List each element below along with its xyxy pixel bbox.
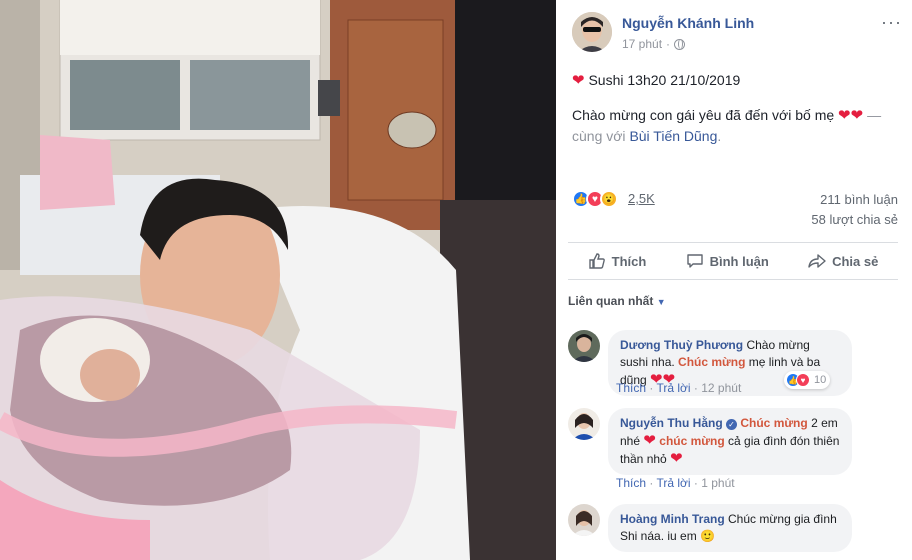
comment-item: Hoàng Minh Trang Chúc mừng gia đình Shi … [568,504,898,560]
commenter-avatar[interactable] [568,408,600,440]
reaction-count[interactable]: 2,5K [628,191,655,206]
smile-emoji-icon: 🙂 [700,529,716,543]
comment-icon [686,254,703,268]
comment-time[interactable]: 1 phút [701,476,734,490]
author-name[interactable]: Nguyễn Khánh Linh [622,15,754,31]
comment-reactions[interactable]: 👍 ♥ 10 [784,371,831,389]
with-suffix: . [717,128,722,144]
comment-item: Dương Thuỳ Phương Chào mừng sushi nha. C… [568,330,898,400]
comment-time[interactable]: 12 phút [701,381,741,395]
verified-badge-icon: ✓ [726,419,738,430]
commenter-name[interactable]: Nguyễn Thu Hằng [620,416,723,430]
comment-like-link[interactable]: Thích [616,476,646,490]
hashtag-text[interactable]: Chúc mừng [740,416,807,430]
separator-dot: · [666,37,671,51]
comment-sort-dropdown[interactable]: Liên quan nhất ▼ [568,294,666,308]
globe-icon [674,38,686,50]
post-text: ❤ Sushi 13h20 21/10/2019 Chào mừng con g… [572,70,892,160]
share-icon [808,254,826,268]
wow-reaction-icon: 😮 [600,190,618,208]
post-time[interactable]: 17 phút [622,37,662,51]
post-line-1-text: Sushi 13h20 21/10/2019 [588,72,741,88]
sort-label: Liên quan nhất [568,294,654,308]
commenter-name[interactable]: Dương Thuỳ Phương [620,338,743,352]
comment-label: Bình luận [709,253,769,269]
tagged-person-link[interactable]: Bùi Tiến Dũng [629,128,717,144]
post-actions: Thích Bình luận Chia sẻ [568,242,898,280]
reaction-icons[interactable]: 👍 ♥ 😮 [572,190,618,208]
comment-reply-link[interactable]: Trả lời [656,476,690,490]
commenter-avatar[interactable] [568,330,600,362]
post-line-2: Chào mừng con gái yêu đã đến với bố mẹ ❤… [572,105,892,146]
photo-illustration [0,0,556,560]
post-panel: Nguyễn Khánh Linh 17 phút · ··· ❤ Sushi … [556,0,912,560]
more-options-icon[interactable]: ··· [881,12,902,33]
comment-bubble: Hoàng Minh Trang Chúc mừng gia đình Shi … [608,504,852,552]
comment-button[interactable]: Bình luận [686,252,769,270]
post-meta: 17 phút · [622,37,686,51]
comments-count[interactable]: 211 bình luận [820,192,898,207]
love-reaction-icon: ♥ [796,373,810,387]
post-header: Nguyễn Khánh Linh 17 phút · ··· [572,12,902,54]
shares-count[interactable]: 58 lượt chia sẻ [811,212,898,227]
heart-icon: ❤ [670,450,683,467]
comment-like-link[interactable]: Thích [616,381,646,395]
comment-reaction-count: 10 [814,374,827,386]
post-stats: 👍 ♥ 😮 2,5K 211 bình luận 58 lượt chia sẻ [572,190,898,230]
share-label: Chia sẻ [832,253,879,269]
post-photo[interactable] [0,0,556,560]
like-label: Thích [611,253,647,269]
thumbs-up-icon [588,253,605,269]
comment-footer: Thích · Trả lời · 12 phút [616,381,742,395]
comment-footer: Thích · Trả lời · 1 phút [616,476,735,490]
post-line-2-text: Chào mừng con gái yêu đã đến với bố mẹ [572,107,835,123]
hashtag-text[interactable]: Chúc mừng [678,355,745,369]
post-line-1: ❤ Sushi 13h20 21/10/2019 [572,70,892,91]
heart-icon: ❤ [572,72,585,89]
commenter-name[interactable]: Hoàng Minh Trang [620,512,725,526]
comment-bubble: Nguyễn Thu Hằng ✓ Chúc mừng 2 em nhé ❤ c… [608,408,852,475]
commenter-avatar[interactable] [568,504,600,536]
hashtag-text[interactable]: chúc mừng [659,434,724,448]
comment-item: Nguyễn Thu Hằng ✓ Chúc mừng 2 em nhé ❤ c… [568,408,898,498]
comment-reply-link[interactable]: Trả lời [656,381,690,395]
heart-icon: ❤ [850,107,864,124]
author-avatar[interactable] [572,12,612,52]
heart-icon: ❤ [838,107,851,124]
caret-down-icon: ▼ [656,297,666,307]
heart-icon: ❤ [643,432,656,449]
like-button[interactable]: Thích [588,252,647,270]
share-button[interactable]: Chia sẻ [808,252,878,270]
